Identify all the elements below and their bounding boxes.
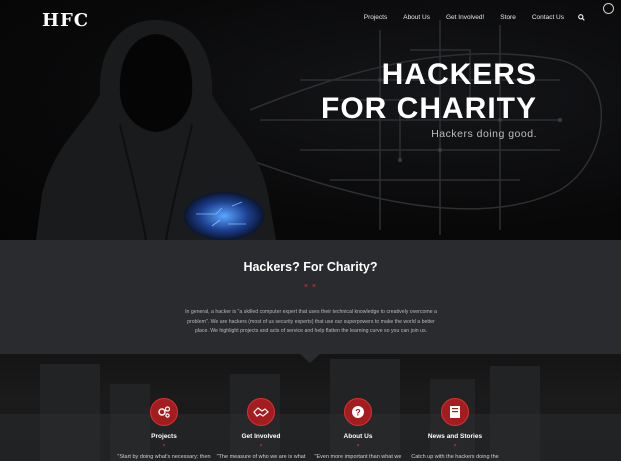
feature-text: "Even more important than what we (314, 454, 402, 460)
hero-title-line1: HACKERS (381, 58, 537, 91)
hero-section: HFC Projects About Us Get Involved! Stor… (0, 0, 621, 240)
svg-text:?: ? (355, 408, 361, 418)
hooded-figure-image (36, 20, 276, 240)
site-logo[interactable]: HFC (42, 10, 89, 31)
nav-projects[interactable]: Projects (356, 14, 395, 21)
feature-title[interactable]: News and Stories (405, 433, 505, 440)
intro-divider: × × (303, 283, 318, 290)
search-icon[interactable] (578, 14, 585, 21)
circle-icon[interactable] (603, 3, 614, 14)
feature-about-us[interactable]: ? About Us × "Even more important than w… (308, 398, 408, 460)
section-arrow (300, 354, 320, 363)
feature-text: Catch up with the hackers doing the (411, 454, 499, 460)
hero-title-line2: FOR CHARITY (321, 92, 537, 125)
feature-divider: × (356, 443, 360, 449)
nav-about-us[interactable]: About Us (395, 14, 438, 21)
hero-title: HACKERS FOR CHARITY (321, 58, 537, 126)
feature-news-and-stories[interactable]: News and Stories × Catch up with the hac… (405, 398, 505, 460)
feature-title[interactable]: Projects (114, 433, 214, 440)
feature-title[interactable]: About Us (308, 433, 408, 440)
nav-store[interactable]: Store (492, 14, 524, 21)
feature-divider: × (259, 443, 263, 449)
intro-section: Hackers? For Charity? × × In general, a … (0, 240, 621, 354)
feature-text: "The measure of who we are is what (216, 454, 306, 460)
nav-get-involved[interactable]: Get Involved! (438, 14, 492, 21)
feature-divider: × (162, 443, 166, 449)
feature-projects[interactable]: Projects × "Start by doing what's necess… (114, 398, 214, 460)
features-section: Projects × "Start by doing what's necess… (0, 354, 621, 461)
intro-text: In general, a hacker is "a skilled compu… (185, 309, 437, 334)
feature-title[interactable]: Get Involved (211, 433, 311, 440)
hero-subtitle: Hackers doing good. (431, 128, 537, 140)
intro-title: Hackers? For Charity? (243, 260, 378, 274)
nav-contact-us[interactable]: Contact Us (524, 14, 572, 21)
handshake-icon[interactable] (247, 398, 275, 426)
feature-get-involved[interactable]: Get Involved × "The measure of who we ar… (211, 398, 311, 460)
main-nav: Projects About Us Get Involved! Store Co… (356, 14, 585, 21)
book-icon[interactable] (441, 398, 469, 426)
feature-divider: × (453, 443, 457, 449)
feature-text: "Start by doing what's necessary; then (117, 454, 211, 460)
gears-icon[interactable] (150, 398, 178, 426)
question-icon[interactable]: ? (344, 398, 372, 426)
